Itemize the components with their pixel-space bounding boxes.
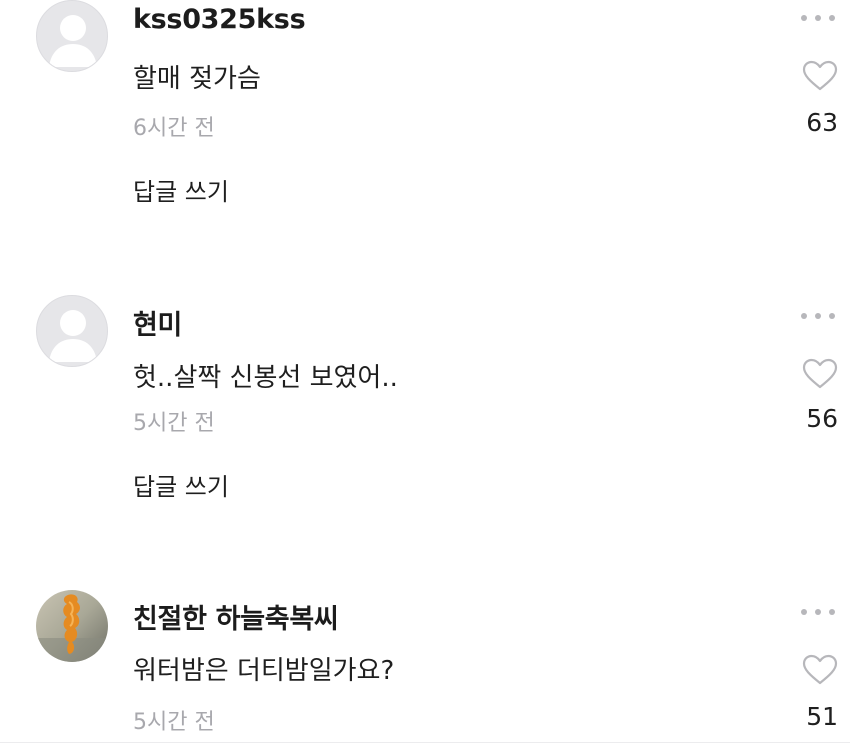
comment-timestamp: 6시간 전	[133, 116, 215, 141]
reply-button[interactable]: 답글 쓰기	[133, 172, 229, 207]
more-options-icon[interactable]	[800, 606, 836, 618]
comment-username[interactable]: 친절한 하늘축복씨	[133, 597, 339, 636]
comment-text: 워터밤은 더티밤일가요?	[133, 656, 395, 686]
reply-button[interactable]: 답글 쓰기	[133, 467, 229, 502]
comment-text: 헛..살짝 신봉선 보였어..	[133, 363, 398, 393]
default-avatar-icon[interactable]	[36, 295, 108, 367]
like-count: 51	[806, 702, 838, 731]
comment-username[interactable]: kss0325kss	[133, 4, 306, 35]
more-options-icon[interactable]	[800, 12, 836, 24]
comment-timestamp: 5시간 전	[133, 411, 215, 436]
more-options-icon[interactable]	[800, 310, 836, 322]
heart-icon[interactable]	[802, 60, 838, 92]
heart-icon[interactable]	[802, 654, 838, 686]
like-count: 63	[806, 108, 838, 137]
default-avatar-icon[interactable]	[36, 0, 108, 72]
comment-username[interactable]: 현미	[133, 303, 182, 342]
comment-list: kss0325kss 할매 젖가슴 6시간 전 63 답글 쓰기 현미 헛..살…	[0, 0, 850, 750]
like-count: 56	[806, 404, 838, 433]
divider	[0, 742, 850, 743]
heart-icon[interactable]	[802, 358, 838, 390]
comment-text: 할매 젖가슴	[133, 64, 261, 94]
comment-timestamp: 5시간 전	[133, 710, 215, 735]
photo-avatar[interactable]	[36, 590, 108, 662]
